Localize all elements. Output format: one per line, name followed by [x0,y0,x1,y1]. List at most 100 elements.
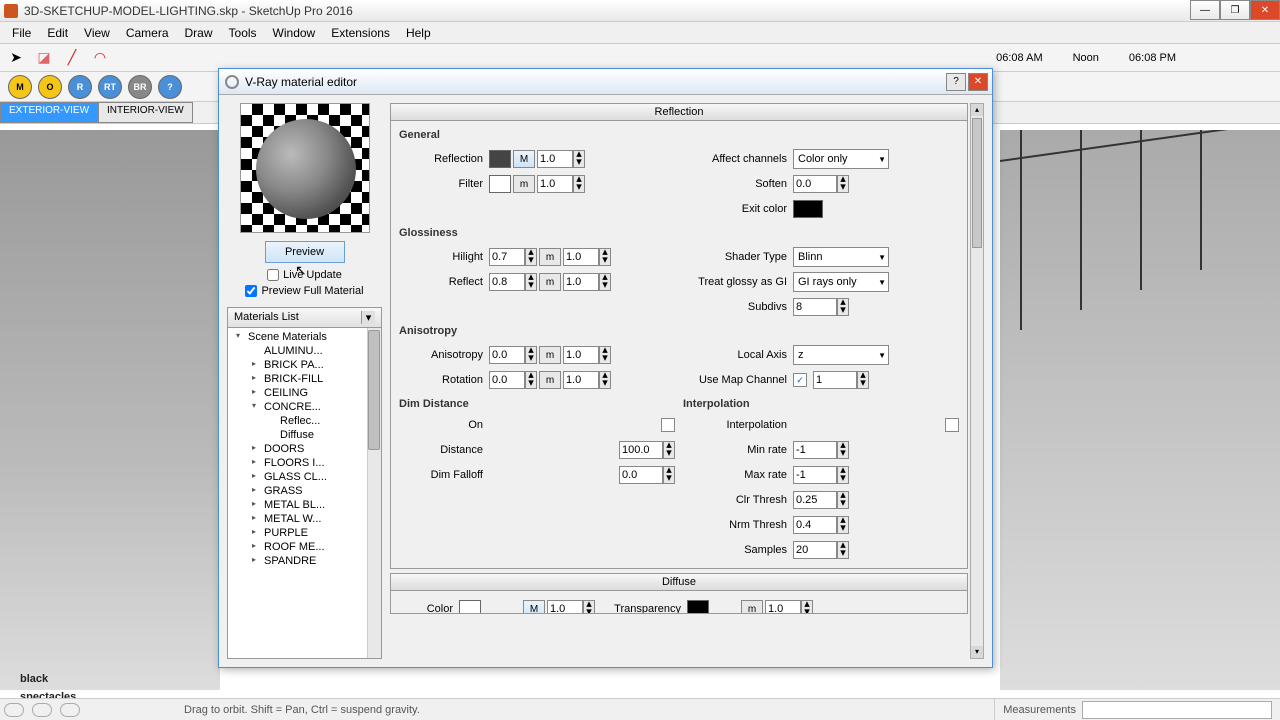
affect-channels-combo[interactable]: Color only▼ [793,149,889,169]
spinner[interactable]: ▴▾ [837,441,849,459]
menu-edit[interactable]: Edit [39,26,76,40]
spinner[interactable]: ▴▾ [663,441,675,459]
tree-scrollbar[interactable] [368,330,380,450]
rotation-value[interactable]: 0.0 [489,371,525,389]
spinner[interactable]: ▴▾ [525,371,537,389]
spinner[interactable]: ▴▾ [837,541,849,559]
vray-close-button[interactable]: ✕ [968,73,988,91]
spinner[interactable]: ▴▾ [573,175,585,193]
vray-options-icon[interactable]: O [38,75,62,99]
vray-help-icon[interactable]: ? [158,75,182,99]
dim-falloff-value[interactable]: 0.0 [619,466,663,484]
hilight-value[interactable]: 0.7 [489,248,525,266]
transparency-swatch[interactable] [687,600,709,613]
samples-value[interactable]: 20 [793,541,837,559]
line-tool-icon[interactable]: ╱ [60,47,84,69]
menu-window[interactable]: Window [265,26,324,40]
menu-help[interactable]: Help [398,26,439,40]
vray-help-button[interactable]: ? [946,73,966,91]
spinner[interactable]: ▴▾ [525,346,537,364]
menu-tools[interactable]: Tools [221,26,265,40]
transparency-map-button[interactable]: m [741,600,763,613]
hilight-value2[interactable]: 1.0 [563,248,599,266]
eraser-tool-icon[interactable]: ◪ [32,47,56,69]
spinner[interactable]: ▴▾ [801,600,813,613]
menu-file[interactable]: File [4,26,39,40]
use-map-value[interactable]: 1 [813,371,857,389]
vray-br-icon[interactable]: BR [128,75,152,99]
diffuse-map-button[interactable]: M [523,600,545,613]
local-axis-combo[interactable]: z▼ [793,345,889,365]
reflect-value2[interactable]: 1.0 [563,273,599,291]
minimize-button[interactable]: — [1190,0,1220,20]
rotation-map-button[interactable]: m [539,371,561,389]
spinner[interactable]: ▴▾ [837,491,849,509]
anisotropy-map-button[interactable]: m [539,346,561,364]
menu-view[interactable]: View [76,26,118,40]
reflection-map-button[interactable]: M [513,150,535,168]
spinner[interactable]: ▴▾ [857,371,869,389]
close-button[interactable]: ✕ [1250,0,1280,20]
select-tool-icon[interactable]: ➤ [4,47,28,69]
spinner[interactable]: ▴▾ [583,600,595,613]
materials-tree[interactable]: ▾Scene Materials ALUMINU... ▸BRICK PA...… [228,328,381,658]
interp-checkbox[interactable] [945,418,959,432]
menu-extensions[interactable]: Extensions [323,26,398,40]
vray-titlebar[interactable]: V-Ray material editor ? ✕ [219,69,992,95]
viewport-right[interactable] [1000,130,1280,690]
use-map-checkbox[interactable]: ✓ [793,373,807,387]
rotation-value2[interactable]: 1.0 [563,371,599,389]
viewport-left[interactable] [0,130,220,690]
transparency-value[interactable]: 1.0 [765,600,801,613]
reflection-value[interactable]: 1.0 [537,150,573,168]
spinner[interactable]: ▴▾ [599,371,611,389]
diffuse-header[interactable]: Diffuse [391,574,967,591]
panel-scrollbar[interactable]: ▴ ▾ [970,103,984,659]
menu-draw[interactable]: Draw [177,26,221,40]
exit-color-swatch[interactable] [793,200,823,218]
nrm-thresh-value[interactable]: 0.4 [793,516,837,534]
shader-type-combo[interactable]: Blinn▼ [793,247,889,267]
anisotropy-value[interactable]: 0.0 [489,346,525,364]
tab-interior[interactable]: INTERIOR-VIEW [98,102,193,123]
status-icon[interactable] [32,703,52,717]
min-rate-value[interactable]: -1 [793,441,837,459]
treat-glossy-combo[interactable]: GI rays only▼ [793,272,889,292]
filter-value[interactable]: 1.0 [537,175,573,193]
filter-map-button[interactable]: m [513,175,535,193]
arc-tool-icon[interactable]: ◠ [88,47,112,69]
reflect-value[interactable]: 0.8 [489,273,525,291]
clr-thresh-value[interactable]: 0.25 [793,491,837,509]
measurements-input[interactable] [1082,701,1272,719]
spinner[interactable]: ▴▾ [525,248,537,266]
spinner[interactable]: ▴▾ [573,150,585,168]
reflection-color-swatch[interactable] [489,150,511,168]
diffuse-color-value[interactable]: 1.0 [547,600,583,613]
dim-on-checkbox[interactable] [661,418,675,432]
preview-full-checkbox[interactable] [245,285,257,297]
vray-material-icon[interactable]: M [8,75,32,99]
spinner[interactable]: ▴▾ [525,273,537,291]
status-icon[interactable] [4,703,24,717]
hilight-map-button[interactable]: m [539,248,561,266]
spinner[interactable]: ▴▾ [599,346,611,364]
anisotropy-value2[interactable]: 1.0 [563,346,599,364]
vray-render-icon[interactable]: R [68,75,92,99]
vray-rt-icon[interactable]: RT [98,75,122,99]
spinner[interactable]: ▴▾ [599,273,611,291]
spinner[interactable]: ▴▾ [837,175,849,193]
soften-value[interactable]: 0.0 [793,175,837,193]
subdivs-value[interactable]: 8 [793,298,837,316]
spinner[interactable]: ▴▾ [663,466,675,484]
tab-exterior[interactable]: EXTERIOR-VIEW [0,102,98,123]
diffuse-color-swatch[interactable] [459,600,481,613]
spinner[interactable]: ▴▾ [837,466,849,484]
distance-value[interactable]: 100.0 [619,441,663,459]
maximize-button[interactable]: ❐ [1220,0,1250,20]
materials-dropdown-icon[interactable]: ▾ [361,311,375,324]
spinner[interactable]: ▴▾ [837,516,849,534]
spinner[interactable]: ▴▾ [837,298,849,316]
live-update-checkbox[interactable] [267,269,279,281]
spinner[interactable]: ▴▾ [599,248,611,266]
status-icon[interactable] [60,703,80,717]
